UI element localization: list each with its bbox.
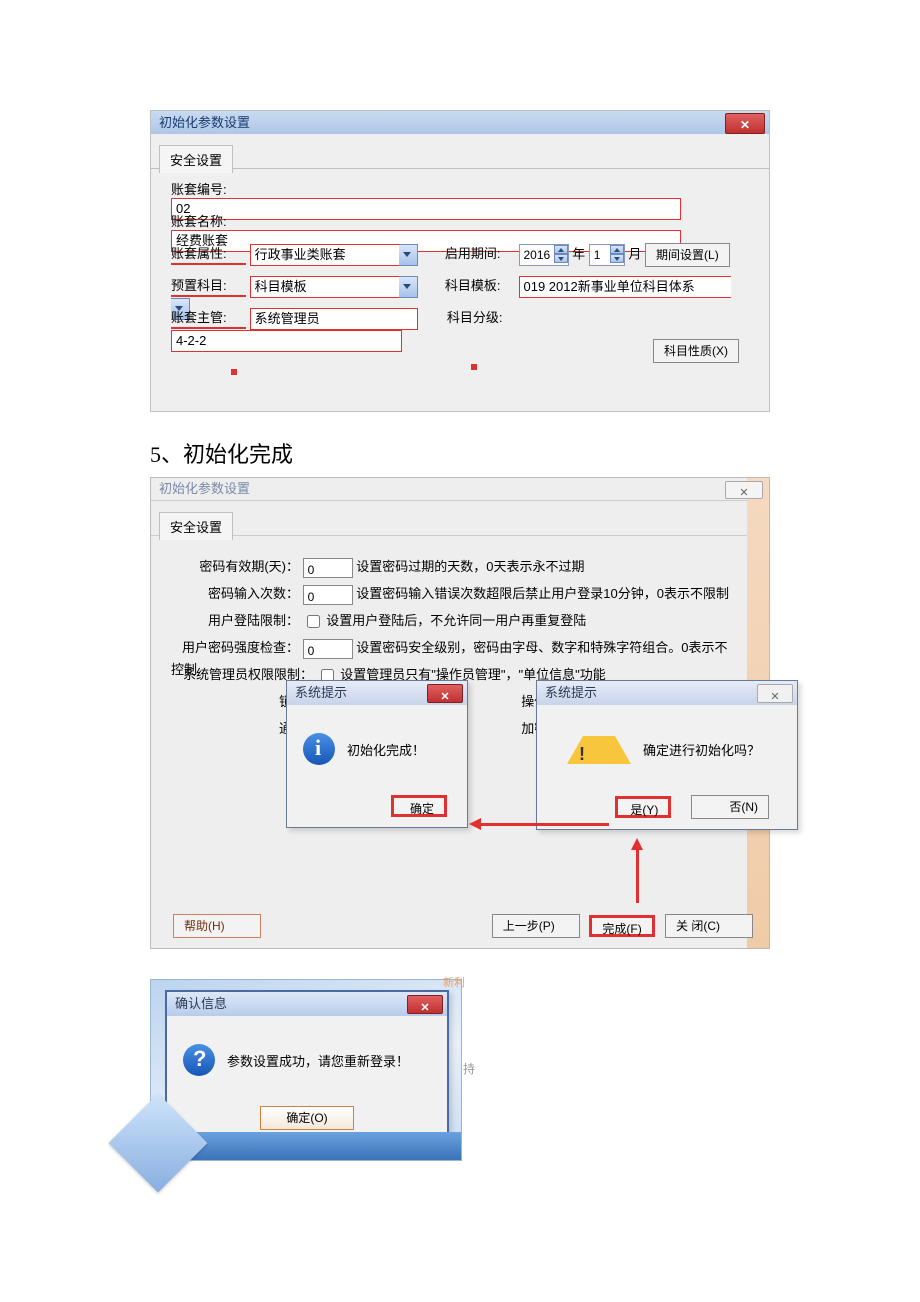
label-preset: 预置科目:	[171, 275, 246, 297]
dialog-body: 参数设置成功，请您重新登录！	[167, 1016, 447, 1100]
window-title: 初始化参数设置	[159, 481, 250, 496]
ok-button[interactable]: 确定	[391, 795, 447, 817]
deco-text: 持	[463, 1060, 475, 1077]
dialog-title: 系统提示	[295, 685, 347, 700]
window-titlebar-light: 初始化参数设置 ✕	[151, 478, 769, 501]
close-icon[interactable]: ✕	[427, 684, 463, 703]
dialog-message: 参数设置成功，请您重新登录！	[227, 1051, 409, 1070]
section-heading: 5、初始化完成	[150, 437, 770, 469]
form-area: 账套编号: 02 账套名称: 经费账套 账套属性: 行政事业类账套 启用期间: …	[151, 169, 769, 414]
label-admin: 账套主管:	[171, 307, 246, 329]
subject-nature-button[interactable]: 科目性质(X)	[653, 339, 739, 363]
checkbox-login-limit[interactable]	[307, 615, 320, 628]
relogin-background: 新利 持 确认信息 ✕ 参数设置成功，请您重新登录！ 确定(O)	[150, 979, 462, 1161]
label-subj-level: 科目分级:	[447, 307, 517, 326]
dialog-titlebar: 系统提示 ✕	[537, 681, 797, 705]
window-title: 初始化参数设置	[159, 115, 250, 130]
close-icon[interactable]: ✕	[725, 481, 763, 499]
ok-button[interactable]: 确定(O)	[260, 1106, 354, 1130]
dialog-confirm-init: 系统提示 ✕ 确定进行初始化吗？ 是(Y) 否(N)	[536, 680, 798, 830]
label-acct-attr: 账套属性:	[171, 243, 246, 265]
select-subj-tpl[interactable]: 019 2012新事业单位科目体系	[519, 276, 731, 298]
label-pwd-strength: 用户密码强度检查：	[171, 637, 299, 659]
chevron-down-icon[interactable]	[399, 244, 418, 266]
info-icon	[303, 733, 335, 765]
dialog-title: 确认信息	[175, 996, 227, 1011]
finish-button[interactable]: 完成(F)	[589, 915, 655, 937]
label-pwd-tries: 密码输入次数：	[171, 583, 299, 605]
desc-login-limit: 设置用户登陆后，不允许同一用户再重复登陆	[326, 613, 586, 628]
label-subj-tpl: 科目模板:	[445, 275, 515, 294]
dialog-body: 初始化完成！	[287, 705, 467, 789]
label-acct-no: 账套编号:	[171, 179, 246, 198]
input-pwd-strength[interactable]: 0	[303, 639, 353, 659]
select-preset[interactable]: 科目模板	[250, 276, 399, 298]
dialog-titlebar: 确认信息 ✕	[167, 992, 447, 1016]
chevron-down-icon[interactable]	[399, 276, 418, 298]
select-acct-attr[interactable]: 行政事业类账套	[250, 244, 399, 266]
period-settings-button[interactable]: 期间设置(L)	[645, 243, 730, 267]
warning-icon	[567, 736, 631, 764]
label-login-limit: 用户登陆限制：	[171, 610, 299, 632]
init-param-panel-2: 初始化参数设置 ✕ 安全设置 密码有效期(天)： 0 设置密码过期的天数，0天表…	[150, 477, 770, 949]
desc-pwd-tries: 设置密码输入错误次数超限后禁止用户登录10分钟，0表示不限制	[356, 586, 729, 601]
tab-row: 安全设置	[151, 136, 769, 169]
input-pwd-days[interactable]: 0	[303, 558, 353, 578]
deco-text: 新利	[443, 974, 465, 990]
year-unit: 年	[572, 246, 585, 261]
close-icon[interactable]: ✕	[407, 995, 443, 1014]
spinner-year[interactable]: 2016	[519, 244, 569, 266]
label-start-period: 启用期间:	[445, 243, 515, 262]
dialog-message: 确定进行初始化吗？	[643, 740, 760, 759]
question-icon	[183, 1044, 215, 1076]
input-admin[interactable]: 系统管理员	[250, 308, 418, 330]
no-button[interactable]: 否(N)	[691, 795, 769, 819]
close-button[interactable]: 关 闭(C)	[665, 914, 753, 938]
dialog-body: 确定进行初始化吗？	[537, 705, 797, 789]
spinner-month[interactable]: 1	[589, 244, 625, 266]
dialog-titlebar: 系统提示 ✕	[287, 681, 467, 705]
input-pwd-tries[interactable]: 0	[303, 585, 353, 605]
init-param-panel-1: 初始化参数设置 ✕ 安全设置 账套编号: 02 账套名称: 经费账套 账套属性:…	[150, 110, 770, 412]
footer-row: 帮助(H) 上一步(P) 完成(F) 关 闭(C)	[151, 914, 769, 938]
arrow-red-vertical	[636, 848, 639, 903]
help-button[interactable]: 帮助(H)	[173, 914, 261, 938]
prev-button[interactable]: 上一步(P)	[492, 914, 580, 938]
tab-row: 安全设置	[151, 503, 769, 536]
dialog-title: 系统提示	[545, 685, 597, 700]
window-titlebar: 初始化参数设置 ✕	[151, 111, 769, 134]
red-dot	[231, 369, 237, 375]
dialog-message: 初始化完成！	[347, 740, 425, 759]
month-unit: 月	[628, 246, 641, 261]
yes-button[interactable]: 是(Y)	[615, 796, 671, 818]
dialog-init-done: 系统提示 ✕ 初始化完成！ 确定	[286, 680, 468, 828]
close-icon[interactable]: ✕	[725, 113, 765, 134]
desc-pwd-days: 设置密码过期的天数，0天表示永不过期	[356, 559, 584, 574]
label-acct-name: 账套名称:	[171, 211, 246, 230]
close-icon[interactable]: ✕	[757, 684, 793, 703]
arrow-red	[479, 823, 609, 826]
dialog-relogin: 确认信息 ✕ 参数设置成功，请您重新登录！ 确定(O)	[165, 990, 449, 1142]
label-pwd-days: 密码有效期(天)：	[171, 556, 299, 578]
tab-security[interactable]: 安全设置	[159, 512, 233, 540]
red-dot	[471, 364, 477, 370]
